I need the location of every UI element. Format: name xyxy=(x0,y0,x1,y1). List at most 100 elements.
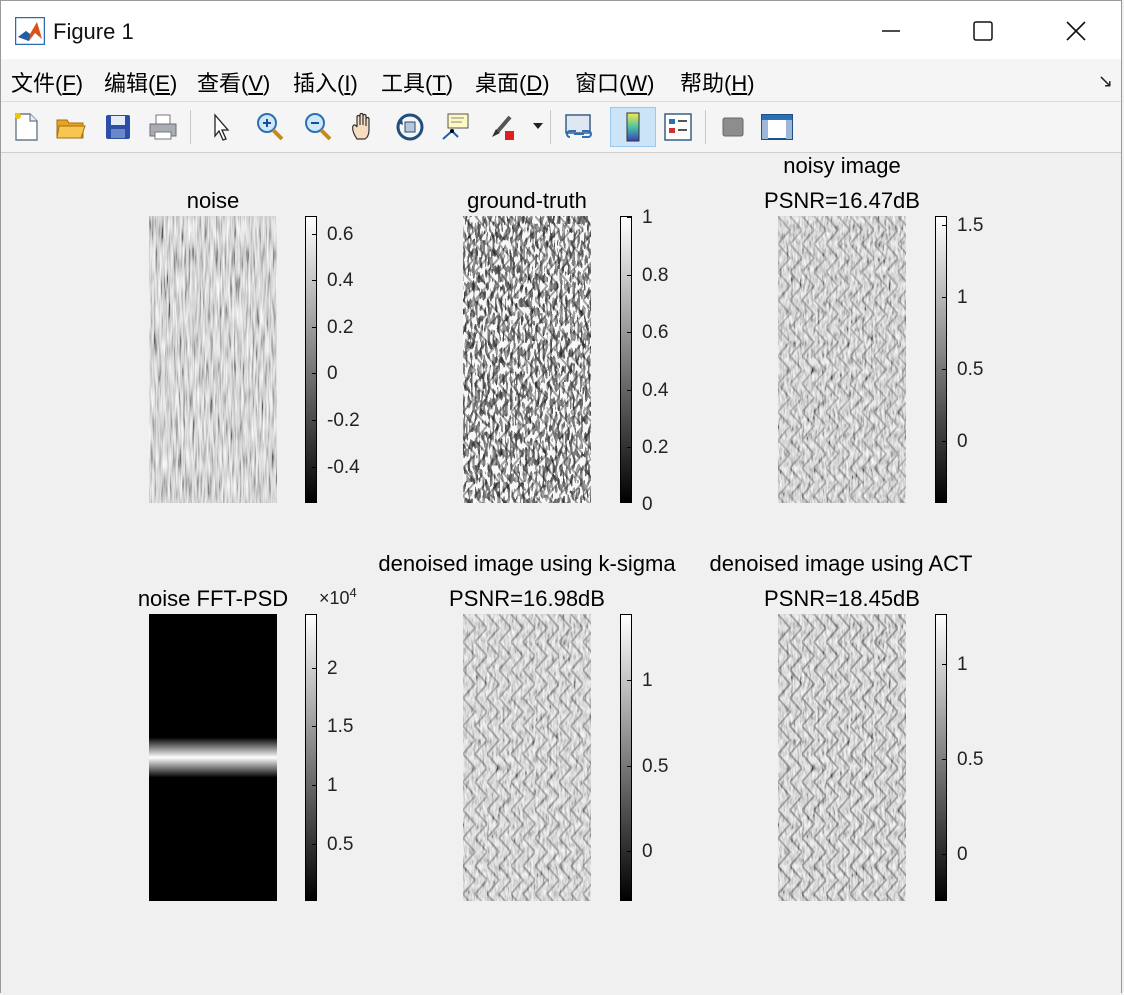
colorbar-tick-label: 1 xyxy=(642,670,653,691)
save-button[interactable] xyxy=(99,107,137,147)
maximize-icon xyxy=(973,21,993,41)
open-file-button[interactable] xyxy=(52,107,90,147)
zoom-in-icon xyxy=(257,113,284,141)
menu-bar: 文件(F) 编辑(E) 查看(V) 插入(I) 工具(T) 桌面(D) 窗口(W… xyxy=(1,59,1121,102)
save-icon xyxy=(106,115,130,139)
colorbar-tick xyxy=(312,420,317,421)
psnr-label: PSNR=16.47dB xyxy=(764,188,920,213)
colorbar-tick xyxy=(627,332,632,333)
close-button[interactable] xyxy=(1053,11,1099,51)
ground-truth-image[interactable] xyxy=(463,216,591,503)
figure-canvas[interactable]: noise 0.6 0.4 0.2 0 -0.2 -0.4 ground-tru… xyxy=(1,153,1121,993)
pan-button[interactable] xyxy=(345,107,383,147)
maximize-button[interactable] xyxy=(960,11,1006,51)
colorbar-tick-label: 0 xyxy=(327,363,338,384)
menu-edit[interactable]: 编辑(E) xyxy=(104,66,177,98)
noise-fft-psd-image[interactable] xyxy=(149,614,277,901)
denoised-k-sigma-image[interactable] xyxy=(463,614,591,901)
colorbar-tick xyxy=(627,447,632,448)
colorbar-tick xyxy=(627,217,632,218)
colorbar-tick xyxy=(312,726,317,727)
rotate-3d-button[interactable] xyxy=(391,107,429,147)
colorbar-tick xyxy=(312,785,317,786)
exponent-base: ×10 xyxy=(319,588,350,608)
noise-image[interactable] xyxy=(149,216,277,503)
zoom-out-button[interactable] xyxy=(299,107,337,147)
plot-title: noise xyxy=(186,188,240,213)
colorbar-tick-label: 0.2 xyxy=(642,437,669,458)
select-arrow-button[interactable] xyxy=(201,107,239,147)
noisy-image[interactable] xyxy=(778,216,906,503)
colorbar[interactable] xyxy=(305,614,317,901)
colorbar-tick-label: 0 xyxy=(642,841,653,862)
colorbar-tick-label: 0.5 xyxy=(957,749,984,770)
colorbar-tick xyxy=(627,680,632,681)
colorbar-tick-label: 0 xyxy=(957,844,968,865)
data-cursor-button[interactable] xyxy=(437,107,475,147)
link-plot-icon xyxy=(565,114,592,138)
plot-title: noise FFT-PSD xyxy=(137,586,289,611)
title-bar: Figure 1 xyxy=(1,1,1121,59)
colorbar[interactable] xyxy=(620,216,632,503)
colorbar-tick xyxy=(312,373,317,374)
plot-title: ground-truth xyxy=(467,188,587,213)
menu-window[interactable]: 窗口(W) xyxy=(575,66,654,98)
hide-plot-tools-icon xyxy=(722,117,744,137)
colorbar-tick-label: 0.5 xyxy=(957,359,984,380)
menu-view[interactable]: 查看(V) xyxy=(197,66,270,98)
colorbar[interactable] xyxy=(620,614,632,901)
colorbar-tick xyxy=(312,668,317,669)
plot-title: noisy image xyxy=(783,153,901,178)
data-cursor-icon xyxy=(442,113,469,140)
dock-arrow-icon[interactable]: ↘ xyxy=(1098,71,1113,92)
close-icon xyxy=(1066,21,1086,41)
zoom-in-button[interactable] xyxy=(251,107,289,147)
colorbar[interactable] xyxy=(935,614,947,901)
colorbar-tick-label: -0.2 xyxy=(327,410,360,431)
menu-desktop[interactable]: 桌面(D) xyxy=(475,66,550,98)
show-plot-tools-icon xyxy=(761,114,793,140)
legend-button[interactable] xyxy=(659,107,697,147)
show-plot-tools-button[interactable] xyxy=(758,107,796,147)
colorbar-button[interactable] xyxy=(610,107,656,147)
minimize-button[interactable] xyxy=(868,11,914,51)
new-figure-button[interactable] xyxy=(7,107,45,147)
toolbar-separator xyxy=(190,110,191,144)
brush-dropdown-icon xyxy=(533,123,543,129)
psnr-label: PSNR=16.98dB xyxy=(449,586,605,611)
colorbar-tick-label: 1 xyxy=(327,775,338,796)
hide-plot-tools-button[interactable] xyxy=(714,107,752,147)
colorbar-tick-label: 0.4 xyxy=(642,380,669,401)
zoom-out-icon xyxy=(305,113,332,141)
figure-window: Figure 1 文件(F) 编辑(E) 查看(V) 插入(I) 工具(T) 桌… xyxy=(0,0,1122,993)
colorbar-tick-label: 2 xyxy=(327,658,338,679)
window-title: Figure 1 xyxy=(53,19,134,44)
colorbar-tick xyxy=(627,851,632,852)
denoised-act-image[interactable] xyxy=(778,614,906,901)
colorbar-tick xyxy=(312,234,317,235)
colorbar-tick-label: -0.4 xyxy=(327,457,360,478)
colorbar-tick xyxy=(942,225,947,226)
menu-tools[interactable]: 工具(T) xyxy=(381,66,453,98)
exponent-power: 4 xyxy=(349,585,357,600)
rotate-3d-icon xyxy=(396,113,424,141)
print-icon xyxy=(149,114,177,140)
menu-file[interactable]: 文件(F) xyxy=(11,66,83,98)
colorbar[interactable] xyxy=(305,216,317,503)
brush-dropdown-button[interactable] xyxy=(529,107,547,147)
select-arrow-icon xyxy=(214,113,230,141)
colorbar-tick xyxy=(312,327,317,328)
colorbar-tick xyxy=(627,502,632,503)
new-figure-icon xyxy=(15,113,38,141)
print-button[interactable] xyxy=(144,107,182,147)
colorbar-tick xyxy=(942,854,947,855)
brush-button[interactable] xyxy=(484,107,522,147)
toolbar-separator xyxy=(550,110,551,144)
colorbar[interactable] xyxy=(935,216,947,503)
plot-title: denoised image using ACT xyxy=(709,551,973,576)
colorbar-tick-label: 0.8 xyxy=(642,265,669,286)
menu-insert[interactable]: 插入(I) xyxy=(293,66,358,98)
link-plot-button[interactable] xyxy=(560,107,598,147)
psnr-label: PSNR=18.45dB xyxy=(764,586,920,611)
menu-help[interactable]: 帮助(H) xyxy=(680,66,755,98)
